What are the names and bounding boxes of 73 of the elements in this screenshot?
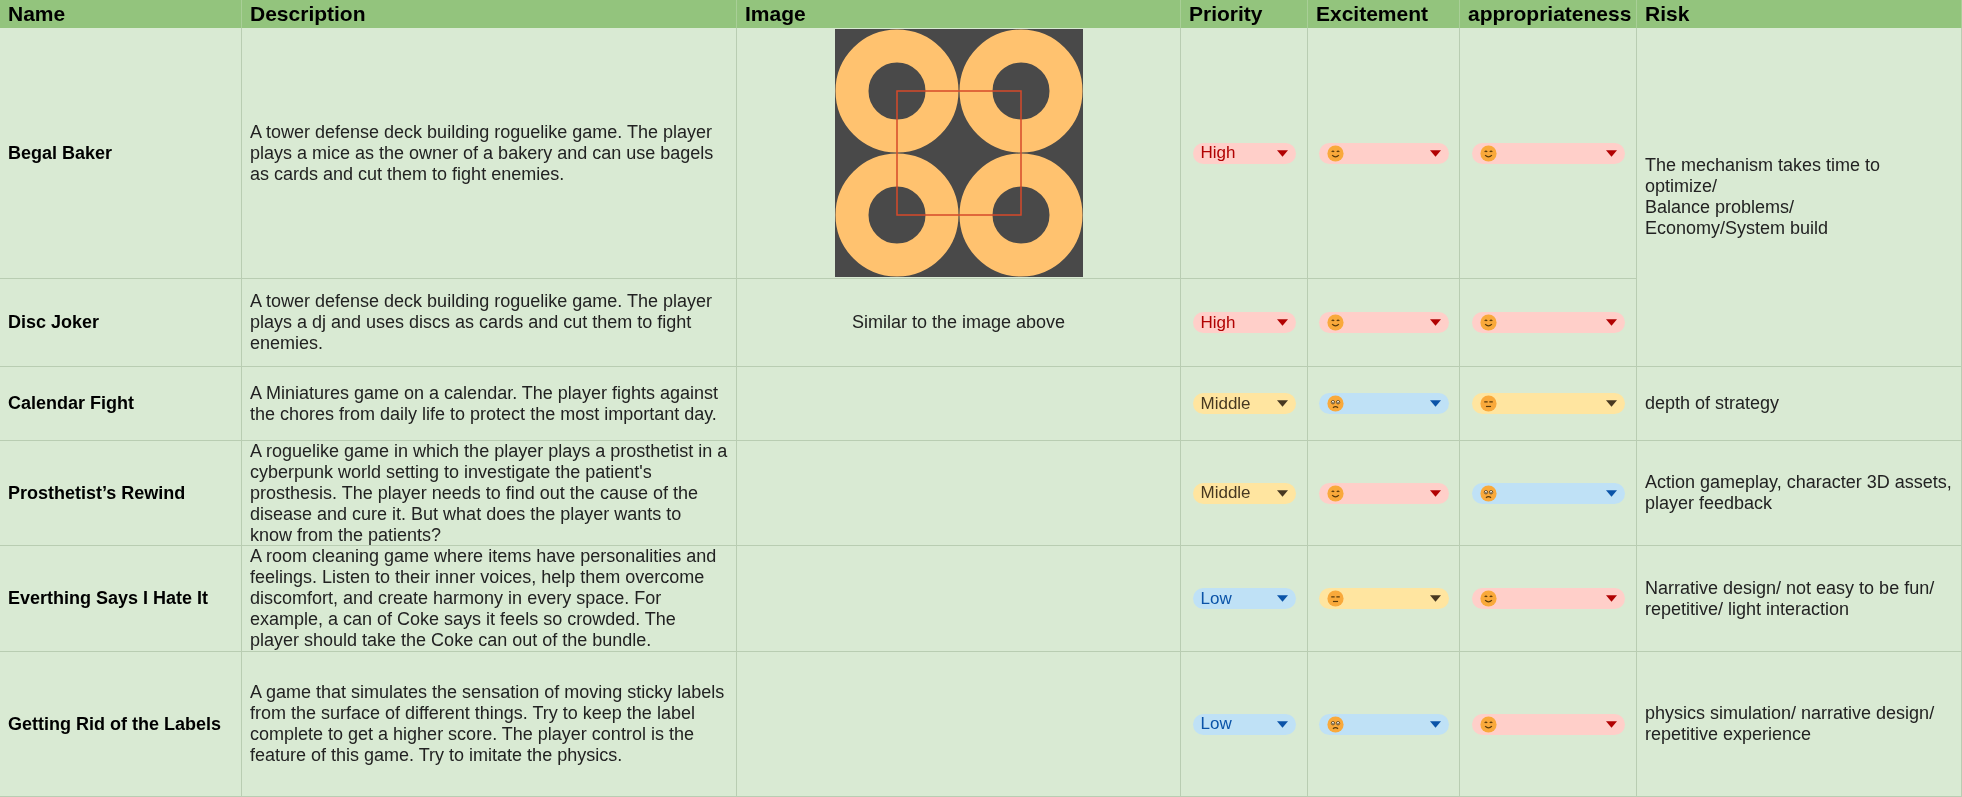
column-header: appropriateness	[1460, 0, 1637, 28]
smiling-face-icon	[1326, 144, 1344, 162]
caret-icon	[1429, 319, 1441, 326]
caret-icon	[1276, 595, 1288, 602]
appropriateness-dropdown[interactable]	[1471, 588, 1625, 609]
table-cell: Action gameplay, character 3D assets, player feedback	[1637, 441, 1962, 546]
frowning-face-icon	[1479, 484, 1497, 502]
table-cell: Everthing Says I Hate It	[0, 546, 242, 652]
smiling-face-icon	[1479, 144, 1497, 162]
appropriateness-dropdown[interactable]	[1471, 142, 1625, 164]
caret-icon	[1429, 489, 1441, 497]
appropriateness-dropdown[interactable]	[1471, 482, 1625, 504]
table-cell: The mechanism takes time to optimize/ Balance problems/ Economy/System build	[1637, 28, 1962, 367]
neutral-face-icon	[1326, 590, 1344, 607]
excitement-dropdown[interactable]	[1318, 393, 1449, 414]
caret-icon	[1276, 720, 1288, 728]
smiling-face-icon	[1479, 314, 1497, 331]
caret-icon	[1429, 400, 1441, 407]
smiling-face-icon	[1479, 590, 1497, 607]
priority-dropdown[interactable]: Low	[1192, 588, 1296, 609]
caret-icon	[1429, 720, 1441, 728]
caret-icon	[1605, 489, 1617, 497]
priority-dropdown[interactable]: High	[1192, 312, 1296, 333]
frowning-face-icon	[1326, 715, 1344, 733]
table-cell: depth of strategy	[1637, 367, 1962, 441]
caret-icon	[1605, 319, 1617, 326]
frowning-face-icon	[1326, 395, 1344, 412]
column-header: Priority	[1181, 0, 1308, 28]
column-header: Name	[0, 0, 242, 28]
table-cell: Getting Rid of the Labels	[0, 652, 242, 797]
table-cell: Prosthetist’s Rewind	[0, 441, 242, 546]
excitement-dropdown[interactable]	[1318, 482, 1449, 504]
smiling-face-icon	[1326, 484, 1344, 502]
excitement-dropdown[interactable]	[1318, 312, 1449, 333]
priority-dropdown[interactable]: Low	[1192, 713, 1296, 735]
table-cell: A game that simulates the sensation of moving sticky labels from the surface of different things. Try to keep the label complete to get a higher score. The player control is the feature of this game. Try to imitate the physics.	[242, 652, 737, 797]
excitement-dropdown[interactable]	[1318, 713, 1449, 735]
caret-icon	[1605, 720, 1617, 728]
smiling-face-icon	[1479, 715, 1497, 733]
table-cell: physics simulation/ narrative design/ repetitive experience	[1637, 652, 1962, 797]
table-cell: A room cleaning game where items have personalities and feelings. Listen to their inner voices, help them overcome discomfort, and create harmony in every space. For example, a can of Coke says it feels so crowded. The player should take the Coke can out of the bundle.	[242, 546, 737, 652]
appropriateness-dropdown[interactable]	[1471, 393, 1625, 414]
caret-icon	[1605, 149, 1617, 157]
table-cell: A Miniatures game on a calendar. The player fights against the chores from daily life to protect the most important day.	[242, 367, 737, 441]
column-header: Excitement	[1308, 0, 1460, 28]
table-cell: Begal Baker	[0, 28, 242, 279]
caret-icon	[1429, 149, 1441, 157]
caret-icon	[1276, 319, 1288, 326]
table-cell: Similar to the image above	[737, 279, 1181, 367]
priority-dropdown[interactable]: Middle	[1192, 393, 1296, 414]
caret-icon	[1276, 149, 1288, 157]
table-cell: Narrative design/ not easy to be fun/ repetitive/ light interaction	[1637, 546, 1962, 652]
neutral-face-icon	[1479, 395, 1497, 412]
caret-icon	[1276, 400, 1288, 407]
table-cell: Disc Joker	[0, 279, 242, 367]
caret-icon	[1605, 400, 1617, 407]
caret-icon	[1276, 489, 1288, 497]
table-cell: A tower defense deck building roguelike game. The player plays a dj and uses discs as cards and cut them to fight enemies.	[242, 279, 737, 367]
caret-icon	[1429, 595, 1441, 602]
excitement-dropdown[interactable]	[1318, 588, 1449, 609]
excitement-dropdown[interactable]	[1318, 142, 1449, 164]
column-header: Image	[737, 0, 1181, 28]
caret-icon	[1605, 595, 1617, 602]
column-header: Description	[242, 0, 737, 28]
table-cell: A roguelike game in which the player plays a prosthetist in a cyberpunk world setting to investigate the patient's prosthesis. The player needs to find out the cause of the disease and cure it. But what does the player wants to know from the patients?	[242, 441, 737, 546]
table-cell: Calendar Fight	[0, 367, 242, 441]
appropriateness-dropdown[interactable]	[1471, 312, 1625, 333]
appropriateness-dropdown[interactable]	[1471, 713, 1625, 735]
priority-dropdown[interactable]: Middle	[1192, 482, 1296, 504]
column-header: Risk	[1637, 0, 1962, 28]
priority-dropdown[interactable]: High	[1192, 142, 1296, 164]
smiling-face-icon	[1326, 314, 1344, 331]
table-cell: A tower defense deck building roguelike game. The player plays a mice as the owner of a bakery and can use bagels as cards and cut them to fight enemies.	[242, 28, 737, 279]
